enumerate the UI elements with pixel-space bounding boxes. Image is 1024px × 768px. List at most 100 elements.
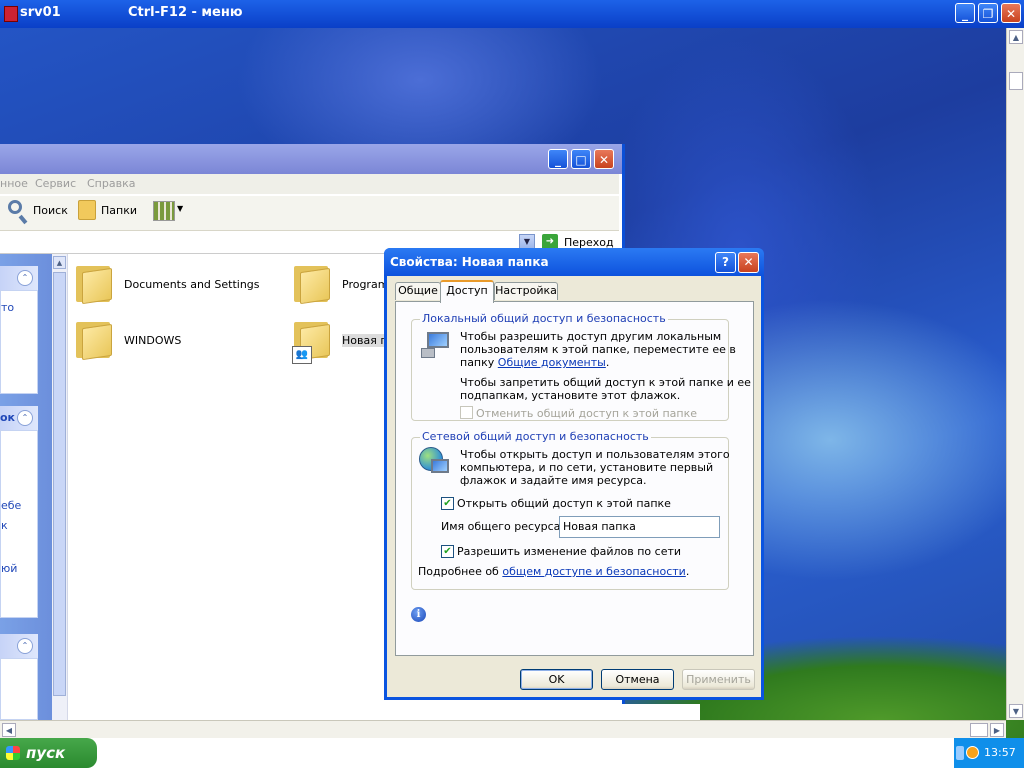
system-tray: 13:57 <box>954 738 1024 768</box>
tasks-panel-3 <box>0 658 38 720</box>
tasks-header-2[interactable]: ок ⌃ <box>0 406 38 430</box>
ok-button[interactable]: OK <box>520 669 593 690</box>
dialog-title-bar[interactable]: Свойства: Новая папка ? ✕ <box>384 248 764 276</box>
local-text-line4: Чтобы запретить общий доступ к этой папк… <box>460 376 751 389</box>
menu-item-tools[interactable]: Сервис <box>35 177 76 190</box>
collapse-chevron-icon[interactable]: ⌃ <box>17 410 33 426</box>
dialog-body: Общие Доступ Настройка Локальный общий д… <box>387 276 761 697</box>
sharing-security-link[interactable]: общем доступе и безопасности <box>502 565 685 578</box>
network-text-line3: флажок и задайте имя ресурса. <box>460 474 647 487</box>
allow-change-checkbox[interactable]: ✔ <box>441 545 454 558</box>
more-info-text: Подробнее об общем доступе и безопасност… <box>418 565 690 578</box>
scroll-thumb[interactable] <box>53 272 66 696</box>
session-host: srv01 <box>20 5 61 20</box>
session-menu-hint: Ctrl-F12 - меню <box>128 5 243 20</box>
allow-change-checkbox-label: Разрешить изменение файлов по сети <box>457 545 682 558</box>
share-name-label: Имя общего ресурса: <box>441 520 565 533</box>
apply-button[interactable]: Применить <box>682 669 755 690</box>
local-text-line1: Чтобы разрешить доступ другим локальным <box>460 330 722 343</box>
explorer-close-icon[interactable]: ✕ <box>594 149 614 169</box>
folders-button[interactable]: Папки <box>101 204 137 217</box>
explorer-toolbar: Поиск Папки ▼ <box>0 196 619 231</box>
folder-icon <box>74 316 114 361</box>
properties-dialog: Свойства: Новая папка ? ✕ Общие Доступ Н… <box>384 248 764 700</box>
cancel-button[interactable]: Отмена <box>601 669 674 690</box>
file-name: Program <box>342 278 389 291</box>
close-icon[interactable]: ✕ <box>738 252 759 273</box>
share-folder-checkbox-label: Открыть общий доступ к этой папке <box>457 497 671 510</box>
local-group-title: Локальный общий доступ и безопасность <box>420 312 668 325</box>
taskbar: пуск 13:57 <box>0 738 1024 768</box>
tasks-header-3[interactable]: ⌃ <box>0 634 38 658</box>
collapse-chevron-icon[interactable]: ⌃ <box>17 270 33 286</box>
dialog-title: Свойства: Новая папка <box>390 255 549 269</box>
views-dropdown-icon[interactable]: ▼ <box>177 204 183 213</box>
search-icon <box>8 200 22 214</box>
files-scrollbar[interactable]: ▲ <box>52 254 68 720</box>
search-button[interactable]: Поиск <box>33 204 68 217</box>
remote-session-bar: srv01 Ctrl-F12 - меню _ ❐ ✕ <box>0 0 1024 28</box>
tasks-header-1[interactable]: ⌃ <box>0 266 38 290</box>
folders-icon <box>78 200 96 220</box>
file-name: Documents and Settings <box>124 278 260 291</box>
start-button[interactable]: пуск <box>0 738 97 768</box>
session-icon[interactable] <box>4 6 18 22</box>
network-group-title: Сетевой общий доступ и безопасность <box>420 430 651 443</box>
unshare-checkbox[interactable] <box>460 406 473 419</box>
folder-icon <box>292 260 332 305</box>
shared-documents-link[interactable]: Общие документы <box>498 356 606 369</box>
scroll-left-icon[interactable]: ◀ <box>2 723 16 737</box>
explorer-status-strip <box>622 704 700 720</box>
network-globe-icon <box>419 447 451 479</box>
close-icon[interactable]: ✕ <box>1001 3 1021 23</box>
scroll-right-icon[interactable]: ▶ <box>990 723 1004 737</box>
session-vertical-scrollbar[interactable]: ▲ ▼ <box>1006 28 1024 720</box>
menu-item-help[interactable]: Справка <box>87 177 135 190</box>
network-text-line2: компьютера, и по сети, установите первый <box>460 461 714 474</box>
menu-item-favorites[interactable]: нное <box>0 177 28 190</box>
minimize-icon[interactable]: _ <box>955 3 975 23</box>
help-icon[interactable]: ? <box>715 252 736 273</box>
share-folder-checkbox[interactable]: ✔ <box>441 497 454 510</box>
shared-users-icon: 👥 <box>292 346 312 364</box>
tasks-pane: ⌃ то ок ⌃ ебе к юй ⌃ <box>0 254 52 720</box>
tasks-header-2-label: ок <box>0 411 16 424</box>
file-name: WINDOWS <box>124 334 182 347</box>
tab-sharing[interactable]: Доступ <box>440 280 494 303</box>
task-link[interactable]: то <box>1 301 14 314</box>
tab-general[interactable]: Общие <box>395 282 441 300</box>
file-name: Новая п <box>342 334 388 347</box>
tab-customize[interactable]: Настройка <box>494 282 558 300</box>
task-link[interactable]: к <box>1 519 8 532</box>
restore-icon[interactable]: ❐ <box>978 3 998 23</box>
session-horizontal-scrollbar[interactable]: ◀ ▶ <box>0 720 1006 739</box>
network-sharing-group: Сетевой общий доступ и безопасность Чтоб… <box>411 430 730 590</box>
task-link[interactable]: юй <box>1 562 17 575</box>
share-name-input[interactable]: Новая папка <box>559 516 720 538</box>
explorer-minimize-icon[interactable]: _ <box>548 149 568 169</box>
network-tray-icon[interactable] <box>956 746 964 760</box>
local-text-line2: пользователям к этой папке, переместите … <box>460 343 736 356</box>
explorer-title-bar[interactable]: _ □ ✕ <box>0 144 622 174</box>
update-tray-icon[interactable] <box>966 746 979 759</box>
network-text-line1: Чтобы открыть доступ и пользователям это… <box>460 448 730 461</box>
windows-logo-icon <box>6 746 20 760</box>
scroll-up-icon[interactable]: ▲ <box>1009 30 1023 44</box>
scroll-up-icon[interactable]: ▲ <box>53 256 66 269</box>
local-text-line3: папку Общие документы. <box>460 356 610 369</box>
scroll-thumb[interactable] <box>1009 72 1023 90</box>
explorer-maximize-icon[interactable]: □ <box>571 149 591 169</box>
start-label: пуск <box>26 744 66 762</box>
scroll-thumb[interactable] <box>970 723 988 737</box>
scroll-down-icon[interactable]: ▼ <box>1009 704 1023 718</box>
task-link[interactable]: ебе <box>1 499 21 512</box>
explorer-menu-bar: нное Сервис Справка <box>0 174 619 194</box>
clock[interactable]: 13:57 <box>984 746 1016 759</box>
info-icon: i <box>411 607 426 622</box>
unshare-checkbox-label: Отменить общий доступ к этой папке <box>476 407 698 420</box>
collapse-chevron-icon[interactable]: ⌃ <box>17 638 33 654</box>
tasks-panel-1: то <box>0 290 38 394</box>
folder-icon <box>74 260 114 305</box>
local-text-line5: подпапкам, установите этот флажок. <box>460 389 681 402</box>
views-icon[interactable] <box>153 201 175 221</box>
